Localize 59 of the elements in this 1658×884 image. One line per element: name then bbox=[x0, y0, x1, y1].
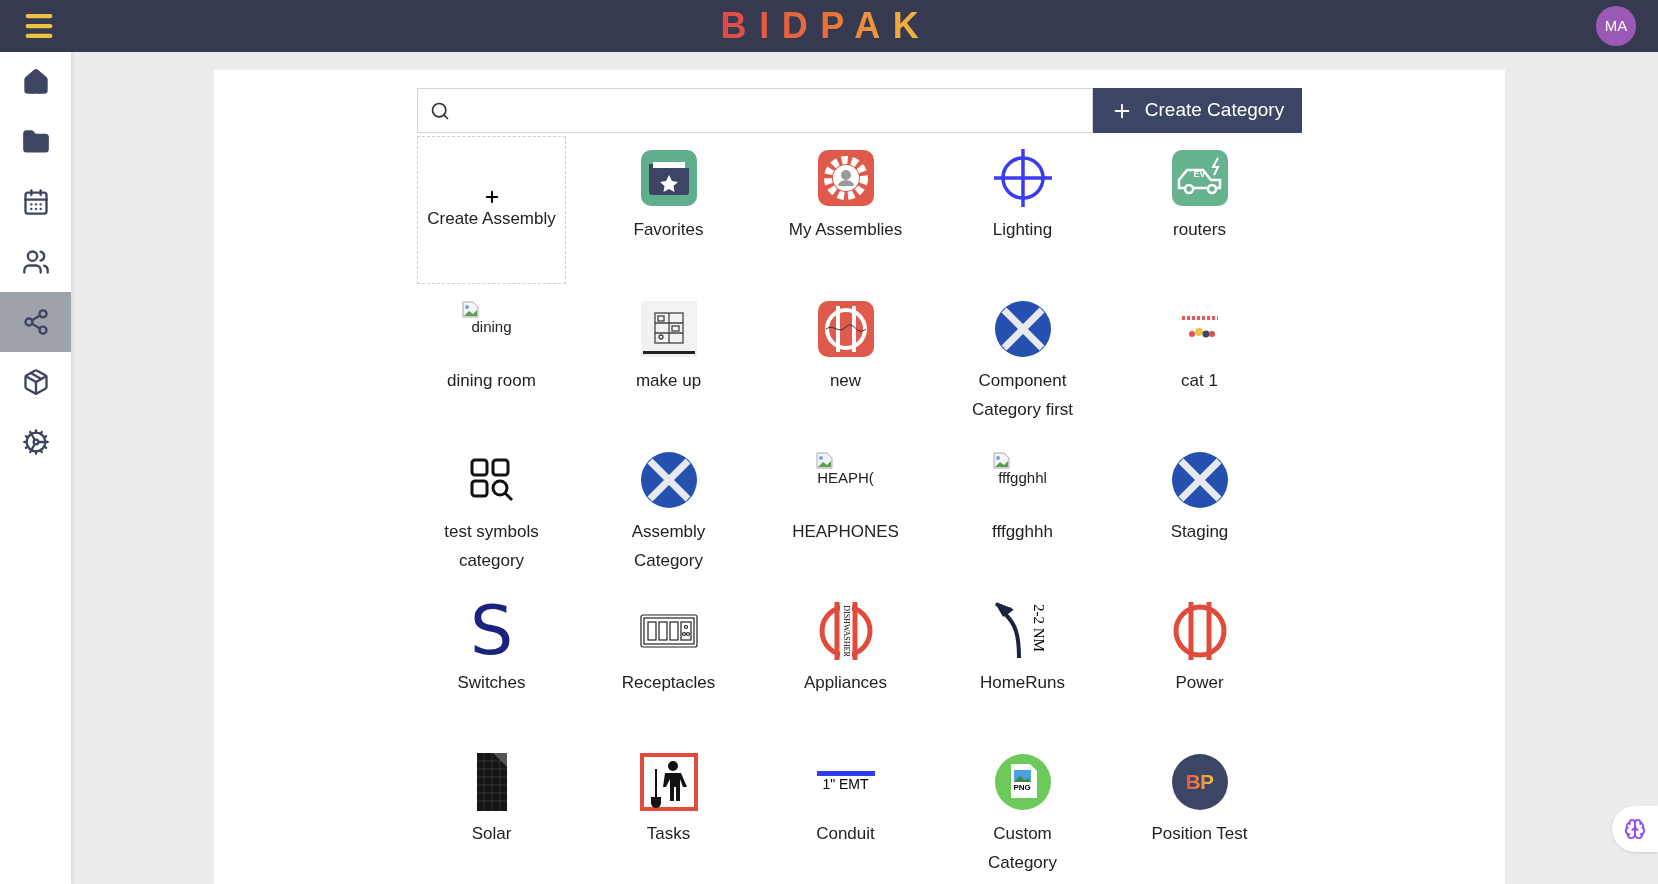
broken-image-icon bbox=[992, 452, 1010, 469]
assistant-button[interactable] bbox=[1612, 806, 1658, 852]
people-icon bbox=[21, 248, 50, 276]
create-assembly-tile[interactable]: Create Assembly bbox=[417, 136, 566, 284]
category-label[interactable]: Receptacles bbox=[621, 668, 716, 697]
letter-icon: S bbox=[469, 603, 514, 659]
category-label[interactable]: dining room bbox=[447, 366, 536, 395]
cross-circle-icon bbox=[640, 452, 697, 508]
image-file-icon: PNG bbox=[994, 754, 1051, 810]
folder-icon bbox=[21, 128, 50, 156]
image-alt-text: dining bbox=[471, 318, 512, 337]
broken-image-icon bbox=[461, 301, 479, 318]
category-label[interactable]: Component Category first bbox=[960, 366, 1085, 424]
avatar[interactable]: MA bbox=[1596, 6, 1636, 46]
category-label[interactable]: Switches bbox=[457, 668, 526, 697]
category-label[interactable]: Position Test bbox=[1151, 819, 1248, 848]
gear-icon bbox=[817, 150, 874, 206]
logo-badge: BP bbox=[1171, 754, 1228, 810]
category-label[interactable]: cat 1 bbox=[1181, 366, 1218, 395]
solar-panel-icon bbox=[476, 753, 507, 811]
circle-bars-icon bbox=[817, 301, 874, 357]
grid-search-icon bbox=[468, 457, 515, 503]
category-label[interactable]: Appliances bbox=[803, 668, 888, 697]
category-label[interactable]: Tasks bbox=[646, 819, 691, 848]
box-icon bbox=[21, 368, 50, 396]
search-field[interactable] bbox=[417, 88, 1093, 133]
category-label[interactable]: Power bbox=[1175, 668, 1224, 697]
shelves-drawing bbox=[640, 301, 697, 357]
image-alt-text: HEAPH( bbox=[817, 469, 874, 488]
category-label[interactable]: Custom Category bbox=[960, 819, 1085, 877]
worker-icon bbox=[639, 753, 698, 811]
category-label[interactable]: Conduit bbox=[816, 819, 875, 848]
category-label[interactable]: routers bbox=[1173, 215, 1226, 244]
category-label[interactable]: My Assemblies bbox=[788, 215, 903, 244]
home-icon bbox=[21, 68, 50, 96]
category-label[interactable]: make up bbox=[635, 366, 702, 395]
category-label[interactable]: HomeRuns bbox=[979, 668, 1065, 697]
category-label[interactable]: test symbols category bbox=[429, 517, 554, 575]
crosshair-icon bbox=[993, 149, 1052, 207]
calendar-icon bbox=[21, 188, 50, 216]
category-label[interactable]: HEAPHONES bbox=[792, 517, 899, 546]
category-label[interactable]: Assembly Category bbox=[606, 517, 731, 575]
broken-image-icon bbox=[815, 452, 833, 469]
category-label[interactable]: Lighting bbox=[992, 215, 1053, 244]
folder-icon bbox=[640, 150, 697, 206]
create-category-button[interactable]: Create Category bbox=[1093, 88, 1302, 133]
image-alt-text: fffgghhl bbox=[998, 469, 1047, 488]
cross-circle-icon bbox=[994, 301, 1051, 357]
category-label[interactable]: Solar bbox=[471, 819, 512, 848]
cross-circle-icon bbox=[1171, 452, 1228, 508]
gears-icon bbox=[21, 428, 50, 456]
receptacle-icon bbox=[639, 614, 698, 648]
search-icon bbox=[430, 100, 450, 121]
nodes-icon bbox=[21, 308, 50, 336]
brain-icon bbox=[1624, 818, 1646, 840]
category-label[interactable]: Favorites bbox=[633, 215, 704, 244]
category-label[interactable]: new bbox=[829, 366, 862, 395]
category-label[interactable]: fffgghhh bbox=[992, 517, 1053, 546]
category-label[interactable]: Staging bbox=[1170, 517, 1229, 546]
